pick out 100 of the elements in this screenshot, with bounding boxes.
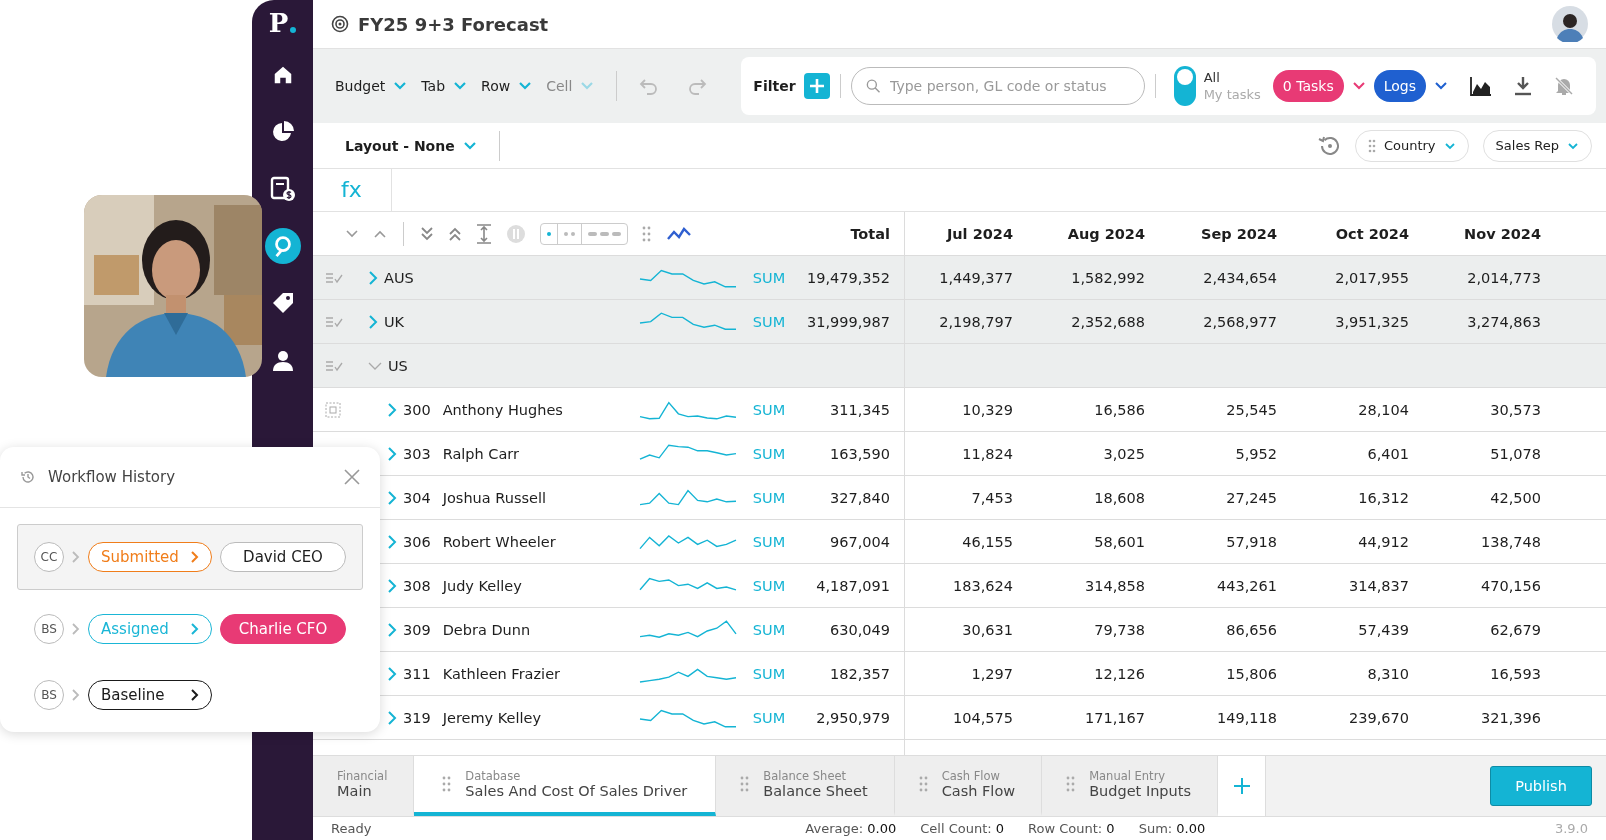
invoice-icon (269, 176, 296, 202)
drag-handle-icon[interactable] (1066, 776, 1076, 793)
sheet-tab[interactable]: Financial Main (313, 756, 415, 817)
row-options-icon[interactable] (325, 271, 343, 284)
sheet-tab[interactable]: Manual Entry Budget Inputs (1042, 756, 1218, 817)
account-code: 311 (403, 665, 431, 682)
table-cell-text: 2,950,979 (815, 709, 890, 726)
area-chart-icon[interactable] (1470, 76, 1492, 97)
expand-chevron-icon[interactable] (387, 666, 397, 681)
undo-icon[interactable] (639, 77, 660, 96)
toolbar-menu[interactable]: Budget (335, 78, 408, 95)
table-cell: 3,951,325 (1335, 313, 1409, 330)
row-label: Jeremy Kelley (442, 709, 542, 726)
bell-off-icon[interactable] (1554, 76, 1574, 97)
chevron-icon (191, 551, 199, 563)
table-cell: 27,245 (1226, 489, 1277, 506)
sheet-tab[interactable]: Database Sales And Cost Of Sales Driver (414, 756, 717, 817)
caret-icon (518, 81, 533, 92)
expand-chevron-icon[interactable] (387, 534, 397, 549)
expand-chevron-icon[interactable] (387, 622, 397, 637)
row-options-icon[interactable] (325, 359, 343, 372)
chevron-down-icon[interactable] (345, 228, 359, 239)
row-label: Kathleen Frazier (442, 665, 561, 682)
table-cell-text: 327,840 (829, 489, 890, 506)
expand-chevron-icon[interactable] (387, 578, 397, 593)
tasks-button[interactable]: 0 Tasks (1272, 70, 1344, 103)
table-cell: 314,858 (1085, 577, 1145, 594)
caret-icon (393, 81, 408, 92)
magnifier-button[interactable] (264, 228, 301, 264)
sheet-tab[interactable]: Balance Sheet Balance Sheet (716, 756, 895, 817)
expand-all-icon[interactable] (448, 225, 462, 242)
caret-icon[interactable] (1434, 81, 1448, 92)
collapse-all-icon[interactable] (420, 225, 434, 242)
density-switch[interactable] (540, 222, 628, 245)
row-height-icon[interactable] (476, 223, 492, 244)
redo-icon[interactable] (687, 77, 708, 96)
table-cell: 2,434,654 (1203, 269, 1277, 286)
table-cell: 30,631 (962, 621, 1013, 638)
target-icon (331, 15, 349, 34)
person-icon (270, 348, 295, 372)
logo: P (268, 8, 297, 38)
assignee-pill[interactable]: Charlie CFO (220, 614, 346, 644)
toolbar-menu[interactable]: Row (481, 78, 533, 95)
column-header: Oct 2024 (1334, 224, 1410, 244)
workflow-entry[interactable]: BS Assigned Charlie CFO (17, 602, 363, 656)
aggregate-label: SUM (751, 665, 787, 682)
add-tab-button[interactable] (1218, 756, 1266, 817)
table-cell: 51,078 (1490, 445, 1541, 462)
table-cell: 1,582,992 (1071, 269, 1145, 286)
account-code: 319 (403, 709, 431, 726)
status-text: Ready (331, 821, 372, 837)
expand-chevron-icon[interactable] (387, 402, 397, 417)
toolbar-menu[interactable]: Tab (421, 78, 468, 95)
caret-icon (1567, 141, 1579, 150)
row-select-icon[interactable] (325, 401, 341, 418)
expand-chevron-icon[interactable] (368, 314, 378, 329)
drag-handle-icon[interactable] (642, 225, 652, 242)
row-label: US (388, 357, 408, 374)
row-label: Anthony Hughes (442, 401, 563, 418)
caret-icon[interactable] (1351, 81, 1366, 92)
toggle-option[interactable]: All (1203, 70, 1261, 86)
assignee-pill[interactable]: David CEO (220, 542, 346, 572)
task-toggle[interactable] (1173, 66, 1196, 107)
initials-avatar: CC (34, 542, 64, 572)
table-cell: 314,837 (1349, 577, 1409, 594)
expand-chevron-icon[interactable] (387, 490, 397, 505)
chevron-up-icon[interactable] (373, 228, 387, 239)
collapse-chevron-icon[interactable] (368, 360, 382, 371)
add-filter-button[interactable] (803, 73, 830, 100)
table-cell-text: 311,345 (829, 401, 890, 418)
sheet-tab[interactable]: Cash Flow Cash Flow (894, 756, 1043, 817)
avatar-icon[interactable] (1552, 6, 1588, 43)
table-cell: 2,568,977 (1203, 313, 1277, 330)
status-pill[interactable]: Baseline (88, 680, 212, 710)
drag-handle-icon[interactable] (442, 776, 452, 793)
row-options-icon[interactable] (325, 315, 343, 328)
expand-chevron-icon[interactable] (387, 446, 397, 461)
logs-button[interactable]: Logs (1373, 70, 1426, 103)
chevron-icon (191, 689, 199, 701)
expand-chevron-icon[interactable] (387, 710, 397, 725)
layout-dropdown[interactable]: Layout - None (345, 137, 477, 154)
close-icon[interactable] (344, 469, 360, 485)
aggregate-label: SUM (751, 269, 787, 286)
expand-chevron-icon[interactable] (368, 270, 378, 285)
table-cell: 470,156 (1481, 577, 1541, 594)
table-cell: 28,104 (1358, 401, 1409, 418)
aggregate-label: SUM (751, 313, 787, 330)
window-title: FY25 9+3 Forecast (358, 13, 549, 35)
download-icon[interactable] (1514, 76, 1532, 97)
row-label: Joshua Russell (442, 489, 546, 506)
workflow-entry[interactable]: BS Baseline (17, 668, 363, 722)
sparkline-icon[interactable] (666, 225, 692, 242)
table-cell: 15,806 (1226, 665, 1277, 682)
workflow-entry[interactable]: CC Submitted David CEO (17, 524, 363, 590)
drag-handle-icon[interactable] (740, 776, 750, 793)
history-icon[interactable] (1316, 134, 1341, 157)
drag-handle-icon[interactable] (918, 776, 928, 793)
column-header: Sep 2024 (1199, 224, 1278, 244)
table-cell: 86,656 (1226, 621, 1277, 638)
table-cell: 2,352,688 (1071, 313, 1145, 330)
